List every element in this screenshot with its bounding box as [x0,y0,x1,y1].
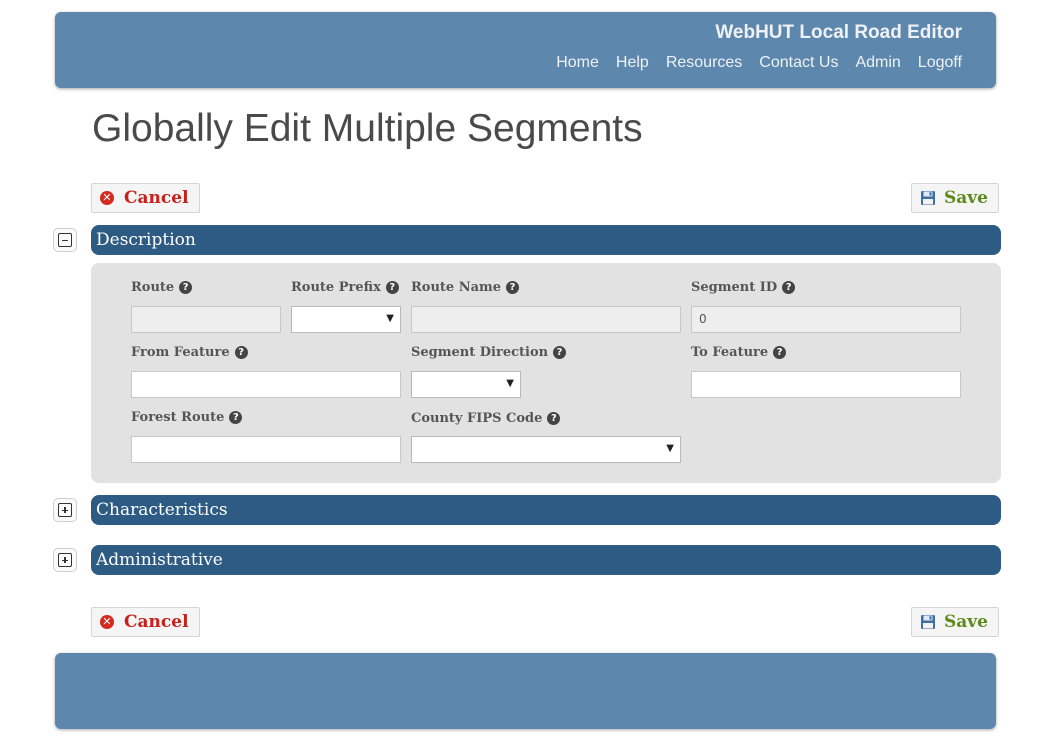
cancel-label: Cancel [124,188,189,208]
main-nav: Home Help Resources Contact Us Admin Log… [556,54,962,72]
save-button-top[interactable]: Save [911,183,999,213]
collapse-icon [58,233,72,247]
to-feature-input[interactable] [691,371,961,398]
dropdown-arrow-icon: ▼ [386,313,394,324]
nav-admin[interactable]: Admin [855,54,900,72]
nav-help[interactable]: Help [616,54,649,72]
forest-route-label: Forest Route ? [131,410,243,425]
segment-direction-label-text: Segment Direction [411,345,549,360]
county-fips-code-label: County FIPS Code ? [411,411,561,426]
help-icon[interactable]: ? [234,346,248,359]
help-icon[interactable]: ? [553,346,567,359]
app-title: WebHUT Local Road Editor [715,22,962,43]
app-header: WebHUT Local Road Editor Home Help Resou… [55,12,996,88]
dropdown-arrow-icon: ▼ [506,378,514,389]
segment-direction-label: Segment Direction ? [411,345,567,360]
nav-home[interactable]: Home [556,54,599,72]
route-label: Route ? [131,280,193,295]
save-icon [921,615,935,629]
help-icon[interactable]: ? [506,281,520,294]
app-footer [55,653,996,729]
help-icon[interactable]: ? [179,281,193,294]
save-label: Save [944,188,988,208]
save-icon [921,191,935,205]
segment-direction-select[interactable]: ▼ [411,371,521,398]
to-feature-label: To Feature ? [691,345,787,360]
save-label: Save [944,612,988,632]
help-icon[interactable]: ? [547,412,561,425]
county-fips-code-select[interactable]: ▼ [411,436,681,463]
administrative-expand-toggle[interactable] [53,548,77,572]
forest-route-label-text: Forest Route [131,410,225,425]
help-icon[interactable]: ? [385,281,399,294]
cancel-icon: ✕ [100,191,114,205]
route-name-input[interactable] [411,306,681,333]
route-name-label-text: Route Name [411,280,502,295]
section-description-header[interactable]: Description [91,225,1001,255]
route-prefix-label: Route Prefix ? [291,280,399,295]
cancel-icon: ✕ [100,615,114,629]
description-collapse-toggle[interactable] [53,228,77,252]
dropdown-arrow-icon: ▼ [666,443,674,454]
cancel-label: Cancel [124,612,189,632]
route-label-text: Route [131,280,175,295]
route-prefix-label-text: Route Prefix [291,280,381,295]
page-title: Globally Edit Multiple Segments [92,107,643,150]
route-prefix-select[interactable]: ▼ [291,306,401,333]
route-name-label: Route Name ? [411,280,520,295]
characteristics-expand-toggle[interactable] [53,498,77,522]
from-feature-input[interactable] [131,371,401,398]
section-administrative-header[interactable]: Administrative [91,545,1001,575]
help-icon[interactable]: ? [782,281,796,294]
segment-id-input[interactable]: 0 [691,306,961,333]
expand-icon [58,503,72,517]
section-characteristics-header[interactable]: Characteristics [91,495,1001,525]
segment-id-label-text: Segment ID [691,280,778,295]
description-panel: Route ? Route Prefix ? ▼ Route Name ? Se… [91,263,1001,483]
route-input[interactable] [131,306,281,333]
county-fips-code-label-text: County FIPS Code [411,411,543,426]
from-feature-label: From Feature ? [131,345,248,360]
forest-route-input[interactable] [131,436,401,463]
to-feature-label-text: To Feature [691,345,769,360]
help-icon[interactable]: ? [773,346,787,359]
cancel-button-top[interactable]: ✕ Cancel [91,183,200,213]
from-feature-label-text: From Feature [131,345,230,360]
save-button-bottom[interactable]: Save [911,607,999,637]
nav-resources[interactable]: Resources [666,54,742,72]
cancel-button-bottom[interactable]: ✕ Cancel [91,607,200,637]
expand-icon [58,553,72,567]
segment-id-label: Segment ID ? [691,280,796,295]
nav-contact-us[interactable]: Contact Us [759,54,838,72]
nav-logoff[interactable]: Logoff [918,54,962,72]
help-icon[interactable]: ? [229,411,243,424]
